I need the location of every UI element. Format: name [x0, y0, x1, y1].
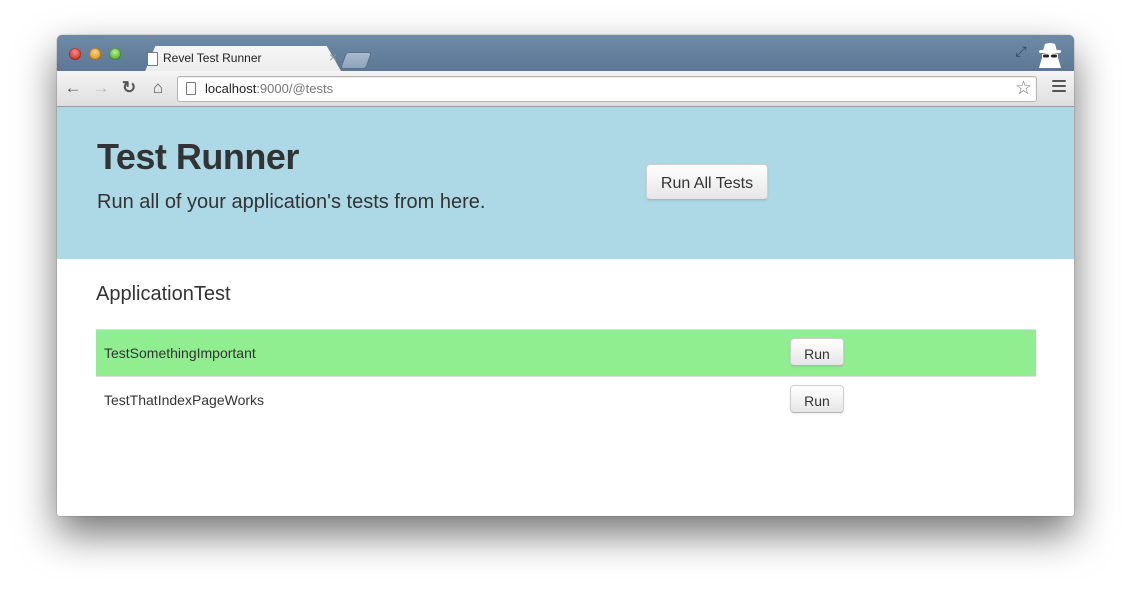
- tab-content: Revel Test Runner ×: [147, 46, 337, 71]
- url-host: localhost: [205, 81, 256, 96]
- fullscreen-icon[interactable]: ⤢: [1013, 43, 1029, 59]
- tab-title: Revel Test Runner: [163, 51, 262, 65]
- new-tab-button[interactable]: [340, 52, 372, 69]
- bookmark-star-icon[interactable]: ☆: [1015, 78, 1032, 100]
- tab-close-icon[interactable]: ×: [329, 49, 337, 65]
- address-bar[interactable]: localhost:9000/@tests ☆: [177, 76, 1037, 102]
- test-name: TestSomethingImportant: [104, 345, 256, 361]
- reload-icon[interactable]: ↻: [119, 78, 139, 98]
- browser-toolbar: ← → ↻ ⌂ localhost:9000/@tests ☆: [57, 71, 1074, 107]
- page-icon: [186, 82, 196, 95]
- page-content: Test Runner Run all of your application'…: [57, 107, 1074, 516]
- forward-arrow-icon[interactable]: →: [91, 78, 111, 98]
- url-path: :9000/@tests: [256, 81, 333, 96]
- close-window-button[interactable]: [69, 48, 81, 60]
- test-row: TestThatIndexPageWorks Run: [96, 376, 1036, 423]
- run-test-button[interactable]: Run: [790, 338, 844, 366]
- incognito-icon: [1036, 40, 1064, 68]
- menu-icon[interactable]: [1052, 80, 1066, 94]
- tab-strip: Revel Test Runner × ⤢: [57, 35, 1074, 71]
- back-arrow-icon[interactable]: ←: [63, 78, 83, 98]
- run-test-button[interactable]: Run: [790, 385, 844, 413]
- zoom-window-button[interactable]: [109, 48, 121, 60]
- browser-window: Revel Test Runner × ⤢ ← → ↻ ⌂ localhost:…: [57, 35, 1074, 516]
- test-name: TestThatIndexPageWorks: [104, 392, 264, 408]
- page-icon: [147, 52, 158, 66]
- page-subtitle: Run all of your application's tests from…: [97, 191, 485, 214]
- suite-title: ApplicationTest: [96, 283, 231, 306]
- minimize-window-button[interactable]: [89, 48, 101, 60]
- run-all-tests-button[interactable]: Run All Tests: [646, 164, 768, 200]
- home-icon[interactable]: ⌂: [148, 78, 168, 98]
- test-row: TestSomethingImportant Run: [96, 329, 1036, 376]
- test-table: TestSomethingImportant Run TestThatIndex…: [96, 329, 1036, 423]
- page-title: Test Runner: [97, 136, 299, 178]
- url-text[interactable]: localhost:9000/@tests: [205, 81, 333, 96]
- hero-banner: Test Runner Run all of your application'…: [57, 107, 1074, 259]
